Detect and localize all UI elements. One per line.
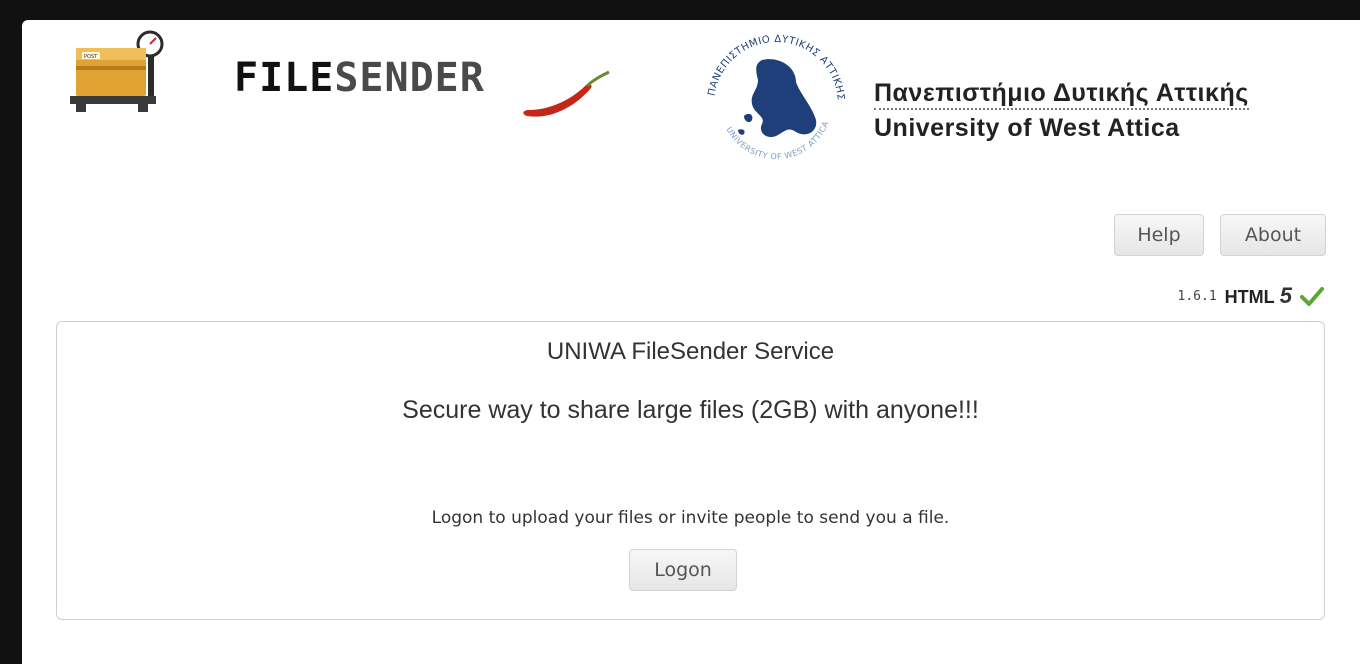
university-seal-icon: ΠΑΝΕΠΙΣΤΗΜΙΟ ΔΥΤΙΚΗΣ ΑΤΤΙΚΗΣ UNIVERSITY … [698, 26, 854, 182]
brand-name-part2: SENDER [334, 55, 485, 101]
help-button[interactable]: Help [1114, 214, 1204, 256]
main-panel: UNIWA FileSender Service Secure way to s… [56, 321, 1325, 620]
scale-with-package-icon: POST [70, 30, 164, 112]
logon-message: Logon to upload your files or invite peo… [431, 508, 950, 528]
svg-text:POST: POST [84, 54, 98, 60]
page-frame: POST FILESENDER ΠΑΝΕΠΙΣΤΗΜΙΟ ΔΥΤΙΚΗΣ ΑΤΤ… [22, 20, 1360, 664]
logon-button[interactable]: Logon [629, 549, 737, 591]
university-name: Πανεπιστήμιο Δυτικής Αττικής University … [874, 78, 1249, 146]
brand-name-part1: FILE [234, 55, 335, 101]
university-name-greek[interactable]: Πανεπιστήμιο Δυτικής Αττικής [874, 78, 1249, 110]
about-button[interactable]: About [1220, 214, 1326, 256]
filesender-logo[interactable]: POST FILESENDER [66, 26, 610, 117]
service-tagline: Secure way to share large files (2GB) wi… [402, 396, 979, 424]
checkmark-icon [1300, 287, 1324, 306]
service-title: UNIWA FileSender Service [546, 338, 835, 365]
chili-pepper-icon [523, 70, 610, 117]
brand-name: FILESENDER [234, 56, 485, 100]
university-name-english: University of West Attica [874, 114, 1180, 142]
html5-number: 5 [1279, 283, 1292, 308]
version-info: 1.6.1 HTML 5 [1177, 283, 1324, 309]
version-number: 1.6.1 [1177, 288, 1217, 304]
html5-label: HTML [1224, 287, 1275, 307]
html5-badge: HTML 5 [1225, 283, 1292, 309]
